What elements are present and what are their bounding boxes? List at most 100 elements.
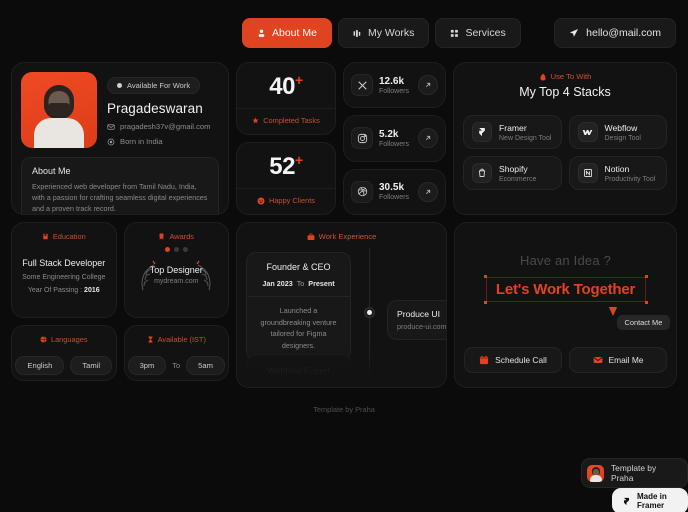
education-degree: Full Stack Developer	[22, 258, 106, 268]
education-card: Education Full Stack Developer Some Engi…	[11, 222, 117, 318]
education-year-row: Year Of Passing : 2016	[12, 287, 116, 294]
social-sub-instagram: Followers	[379, 140, 409, 148]
availability-chips: 3pm To 5am	[125, 356, 229, 375]
framer-icon	[622, 497, 631, 506]
selection-handle-top-right[interactable]	[644, 275, 648, 278]
stats-column: 40+ Completed Tasks 52+ Happy Clients	[236, 62, 336, 215]
selection-handle-bottom-left[interactable]	[483, 301, 487, 304]
grid-icon	[450, 29, 459, 38]
selection-handle-top-left[interactable]	[483, 275, 487, 278]
stack-item-webflow[interactable]: Webflow Design Tool	[568, 115, 667, 149]
smile-icon	[257, 197, 265, 205]
made-in-framer-badge[interactable]: Made in Framer	[612, 488, 688, 512]
nav-tab-my-works[interactable]: My Works	[337, 18, 430, 48]
availability-badge: Available For Work	[107, 77, 201, 94]
nav-tab-about-me[interactable]: About Me	[242, 18, 332, 48]
social-card-x[interactable]: 12.6k Followers	[343, 62, 446, 109]
awards-dot-3[interactable]	[182, 247, 188, 252]
status-dot-icon	[117, 83, 122, 88]
work-kicker-label: Work Experience	[318, 232, 377, 241]
arrow-up-right-icon[interactable]	[418, 128, 438, 149]
awards-card: Awards Top Designer mydream.com	[123, 222, 229, 318]
arrow-up-right-icon[interactable]	[418, 181, 438, 202]
cta-selection-box: Let's Work Together	[483, 275, 648, 304]
work-description: Launched a groundbreaking venture tailor…	[260, 306, 337, 350]
cta-selection-wrapper: Let's Work Together Contact Me	[483, 275, 671, 330]
praha-avatar-icon	[587, 464, 604, 482]
education-kicker: Education	[12, 223, 116, 241]
awards-dots[interactable]	[125, 247, 229, 252]
work-role-box: Founder & CEO Jan 2023 To Present Launch…	[246, 252, 351, 362]
nav-tab-my-works-label: My Works	[367, 27, 415, 39]
stack-item-framer[interactable]: Framer New Design Tool	[463, 115, 562, 149]
stack-sub-webflow: Design Tool	[604, 134, 641, 142]
stack-item-notion[interactable]: Notion Productivity Tool	[568, 156, 667, 190]
stat-label-clients: Happy Clients	[268, 196, 315, 205]
awards-title: Top Designer	[149, 265, 203, 275]
schedule-call-button[interactable]: Schedule Call	[464, 347, 563, 373]
selection-handle-bottom-right[interactable]	[644, 301, 648, 304]
social-count-dribbble: 30.5k	[379, 182, 405, 194]
contact-me-tooltip: Contact Me	[616, 315, 671, 330]
availability-to[interactable]: 5am	[186, 356, 225, 375]
fire-icon	[539, 73, 547, 81]
about-me-text: Experienced web developer from Tamil Nad…	[32, 182, 208, 214]
email-me-button[interactable]: Email Me	[569, 347, 667, 373]
stack-name-notion: Notion	[604, 163, 630, 174]
arrow-up-right-icon[interactable]	[418, 75, 438, 96]
stacks-grid: Framer New Design Tool Webflow Design To…	[463, 115, 667, 190]
work-kicker: Work Experience	[246, 232, 437, 241]
stat-label-tasks: Completed Tasks	[263, 116, 320, 125]
work-company-url: produce-ui.com	[397, 322, 447, 331]
languages-kicker-label: Languages	[50, 335, 88, 344]
work-timeline: Founder & CEO Jan 2023 To Present Launch…	[246, 248, 447, 387]
profile-email: pragadesh37v@gmail.com	[120, 122, 211, 131]
awards-dot-1[interactable]	[164, 247, 170, 252]
availability-to-label: To	[172, 361, 181, 370]
education-year-label: Year Of Passing :	[27, 287, 83, 294]
nav-tab-services[interactable]: Services	[435, 18, 521, 48]
social-instagram-text: 5.2k Followers	[379, 129, 412, 148]
work-company-box[interactable]: Produce UI produce-ui.com	[387, 300, 447, 340]
profile-header: Available For Work Pragadeswaran pragade…	[21, 72, 219, 148]
notion-icon	[577, 163, 598, 183]
stack-sub-notion: Productivity Tool	[604, 175, 656, 183]
stack-shopify-text: Shopify Ecommerce	[499, 164, 536, 183]
awards-dot-2[interactable]	[173, 247, 179, 252]
availability-from[interactable]: 3pm	[127, 356, 167, 375]
contact-email-label: hello@mail.com	[586, 27, 661, 39]
language-chip-tamil[interactable]: Tamil	[70, 356, 113, 375]
briefcase-icon	[307, 233, 315, 241]
webflow-icon	[577, 122, 598, 142]
send-icon	[569, 28, 579, 38]
instagram-icon	[351, 127, 373, 150]
stacks-card: Use To With My Top 4 Stacks Framer New D…	[453, 62, 677, 215]
bars-icon	[353, 29, 362, 38]
language-chip-english[interactable]: English	[15, 356, 65, 375]
cta-headline: Let's Work Together	[495, 281, 636, 298]
stat-number-wrap: 52+	[269, 152, 303, 181]
divider	[237, 188, 335, 189]
medal-icon	[158, 233, 165, 240]
nav-tab-about-me-label: About Me	[272, 27, 317, 39]
stack-name-shopify: Shopify	[499, 163, 528, 174]
person-icon	[257, 29, 266, 38]
contact-email-button[interactable]: hello@mail.com	[554, 18, 676, 48]
globe-icon	[40, 336, 47, 343]
social-dribbble-text: 30.5k Followers	[379, 182, 412, 201]
social-sub-x: Followers	[379, 87, 409, 95]
template-by-praha-badge[interactable]: Template by Praha	[581, 458, 688, 488]
social-card-instagram[interactable]: 5.2k Followers	[343, 115, 446, 162]
social-count-x: 12.6k	[379, 75, 405, 87]
awards-kicker-label: Awards	[169, 232, 194, 241]
grid-row-2: Education Full Stack Developer Some Engi…	[11, 222, 677, 388]
stacks-kicker: Use To With	[463, 72, 667, 81]
work-description-box: Launched a groundbreaking venture tailor…	[247, 296, 350, 360]
stat-plus-clients: +	[295, 152, 303, 168]
stack-sub-shopify: Ecommerce	[499, 175, 537, 183]
stack-item-shopify[interactable]: Shopify Ecommerce	[463, 156, 562, 190]
social-count-instagram: 5.2k	[379, 128, 399, 140]
availability-label: Available For Work	[127, 81, 191, 90]
cta-button-row: Schedule Call Email Me	[464, 347, 667, 373]
social-card-dribbble[interactable]: 30.5k Followers	[343, 168, 446, 215]
